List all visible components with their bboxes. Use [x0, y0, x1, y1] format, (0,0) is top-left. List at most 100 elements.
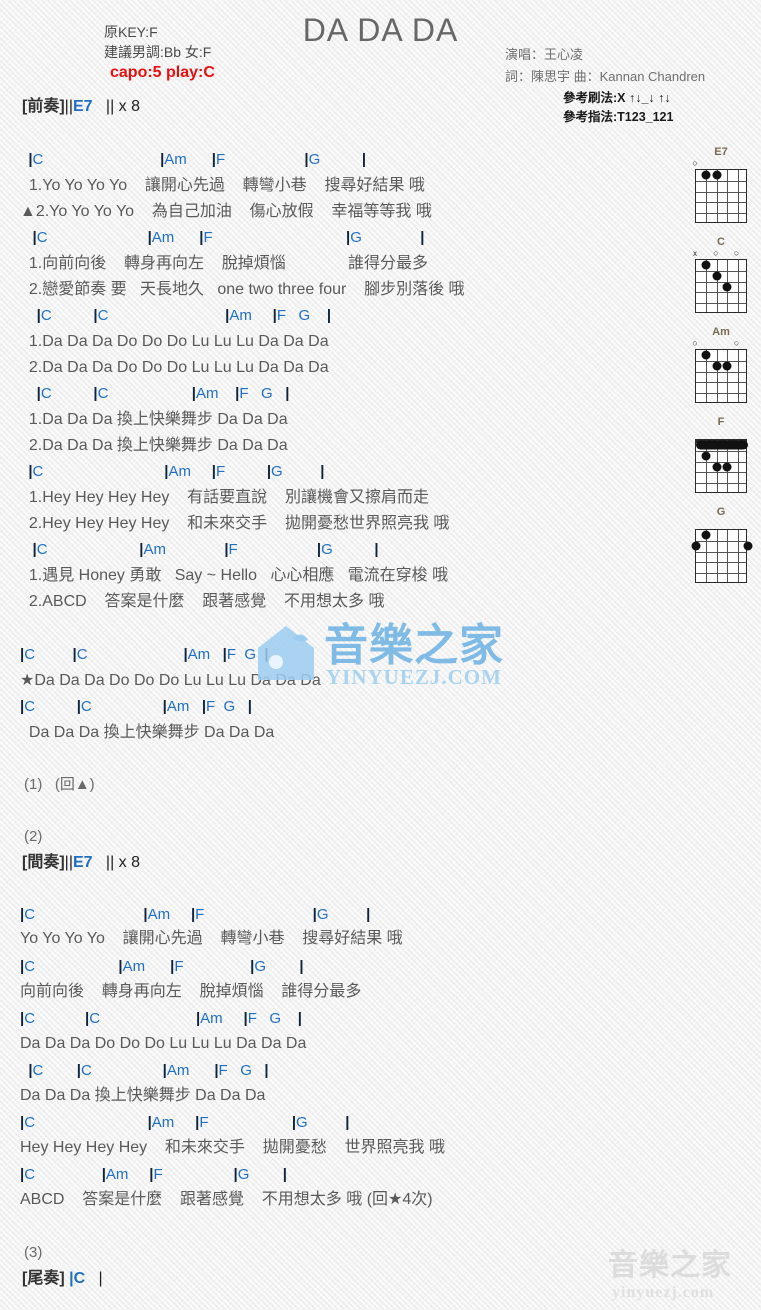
lyric-line: 2.戀愛節奏 要 天長地久 one two three four 腳步別落後 哦 [20, 281, 465, 298]
string-line [737, 170, 739, 222]
finger-dot [691, 541, 701, 551]
fretboard-grid [691, 529, 753, 583]
intro-label: [前奏] [22, 98, 65, 115]
svg-text:音樂之家: 音樂之家 [608, 1248, 732, 1282]
svg-text:音樂之家: 音樂之家 [324, 621, 504, 670]
lyric-line: 1.Hey Hey Hey Hey 有話要直說 別讓機會又擦肩而走 [20, 489, 429, 506]
fret-line [696, 551, 746, 553]
fret-line [696, 180, 746, 182]
open-string-icon: ○ [692, 338, 698, 348]
lyric-line: Da Da Da 換上快樂舞步 Da Da Da [20, 724, 275, 741]
chord-diagram-name: C [717, 236, 725, 248]
lyric-line: 2.Hey Hey Hey Hey 和未來交手 拋開憂愁世界照亮我 哦 [20, 515, 450, 532]
chord-line: |C |C |Am |F G | [36, 385, 290, 402]
fret-line [696, 540, 746, 542]
outro-bar-end: | [98, 1270, 103, 1287]
chord-line: |C |Am |F |G | [28, 151, 367, 168]
string-line [716, 530, 718, 582]
repeat-marker-1: (1) (回▲) [24, 776, 95, 793]
lyric-line: 1.Yo Yo Yo Yo 讓開心先過 轉彎小巷 搜尋好結果 哦 [20, 177, 425, 194]
lyric-line: Da Da Da Do Do Do Lu Lu Lu Da Da Da [20, 1035, 307, 1052]
open-string-icon: ○ [713, 248, 719, 258]
writers-label: 詞：陳思宇 曲：Kannan Chandren [505, 69, 706, 84]
fret-line [696, 393, 746, 395]
intro-repeat: x 8 [118, 98, 141, 115]
intro-bars-close: || [105, 98, 115, 115]
svg-text:YINYUEZJ.COM: YINYUEZJ.COM [326, 665, 502, 689]
open-string-markers: ○ [692, 158, 747, 169]
lyric-line: 2.Da Da Da Do Do Do Lu Lu Lu Da Da Da [20, 359, 329, 376]
open-string-icon: ○ [692, 158, 698, 168]
chord-line: |C |Am |F |G | [20, 1166, 287, 1183]
fret-line [696, 281, 746, 283]
string-line [727, 530, 729, 582]
outro-section-line: [尾奏] |C | [22, 1269, 103, 1289]
intro-bars-open: || [64, 98, 73, 115]
chord-line: |C |Am |F |G | [20, 1114, 350, 1131]
finger-dot [722, 282, 732, 292]
chord-diagram-name: G [716, 506, 726, 518]
string-line [737, 350, 739, 402]
fret-line [696, 303, 746, 305]
muted-string-icon: x [693, 249, 697, 258]
finger-dot [743, 541, 753, 551]
finger-dot [701, 260, 711, 270]
chord-diagram-name: E7 [714, 146, 728, 158]
fret-line [696, 382, 746, 384]
lyric-line: 1.遇見 Honey 勇敢 Say ~ Hello 心心相應 電流在穿梭 哦 [20, 567, 449, 584]
chord-line: |C |C |Am |F G | [36, 307, 332, 324]
outro-label: [尾奏] [22, 1270, 65, 1287]
chord-diagram-name: F [717, 416, 725, 428]
singer-label: 演唱：王心凌 [505, 47, 584, 62]
strum-reference-label: 參考刷法:X ↑↓_↓ ↑↓ [563, 91, 671, 105]
chord-diagram-g: G [690, 506, 753, 583]
finger-dot [712, 462, 722, 472]
string-line [716, 260, 718, 312]
open-string-icon: ○ [733, 338, 740, 348]
fretboard-grid [695, 259, 747, 313]
reference-info: 參考刷法:X ↑↓_↓ ↑↓ 參考指法:T123_121 [563, 89, 673, 127]
interlude-repeat: x 8 [118, 854, 141, 871]
watermark-bottom: 音樂之家 yinyuezj.com [604, 1243, 756, 1305]
string-line [727, 170, 729, 222]
lyric-line: Hey Hey Hey Hey 和未來交手 拋開憂愁 世界照亮我 哦 [20, 1139, 445, 1156]
lyric-line: 2.Da Da Da 換上快樂舞步 Da Da Da [20, 437, 288, 454]
chord-line: |C |C |Am |F G | [20, 646, 269, 663]
open-string-markers: ○ ○ [692, 338, 747, 349]
interlude-chord: E7 [72, 854, 93, 871]
fret-line [696, 191, 746, 193]
open-string-markers [695, 519, 747, 529]
repeat-marker-2: (2) [24, 828, 43, 845]
finger-dot [701, 170, 711, 180]
finger-dot [722, 462, 732, 472]
chord-line: |C |Am |F |G | [32, 541, 379, 558]
fret-line [696, 573, 746, 575]
fret-line [696, 360, 746, 362]
open-string-icon: ○ [733, 248, 740, 258]
lyric-line: 1.Da Da Da 換上快樂舞步 Da Da Da [20, 411, 288, 428]
fret-line [696, 270, 746, 272]
chord-diagram-am: Am ○ ○ [690, 326, 752, 403]
chord-diagram-f: F [690, 416, 752, 493]
fret-line [696, 472, 746, 474]
finger-dot [712, 361, 722, 371]
lyric-line: ★Da Da Da Do Do Do Lu Lu Lu Da Da Da [20, 672, 321, 689]
fretboard-grid [695, 439, 748, 493]
capo-label: capo:5 play:C [110, 64, 215, 81]
string-line [737, 530, 739, 582]
fingerstyle-reference-label: 參考指法:T123_121 [563, 110, 674, 124]
string-line [716, 350, 718, 402]
lyric-line: 向前向後 轉身再向左 脫掉煩惱 誰得分最多 [20, 983, 362, 1000]
open-string-markers: ○ ○ x [693, 248, 747, 259]
chord-line: |C |Am |F |G | [20, 906, 371, 923]
lyric-line: ABCD 答案是什麼 跟著感覺 不用想太多 哦 (回★4次) [20, 1191, 433, 1208]
barre-marker [696, 440, 748, 450]
finger-dot [722, 361, 732, 371]
lyric-line: 1.Da Da Da Do Do Do Lu Lu Lu Da Da Da [20, 333, 329, 350]
lyric-line: 1.向前向後 轉身再向左 脫掉煩惱 誰得分最多 [20, 255, 429, 272]
interlude-label: [間奏] [22, 854, 65, 871]
finger-dot [701, 350, 711, 360]
chord-sheet: 原KEY:F 建議男調:Bb 女:F capo:5 play:C DA DA D… [0, 0, 761, 1309]
chord-line: |C |Am |F |G | [20, 958, 304, 975]
repeat-marker-3: (3) [24, 1244, 43, 1261]
